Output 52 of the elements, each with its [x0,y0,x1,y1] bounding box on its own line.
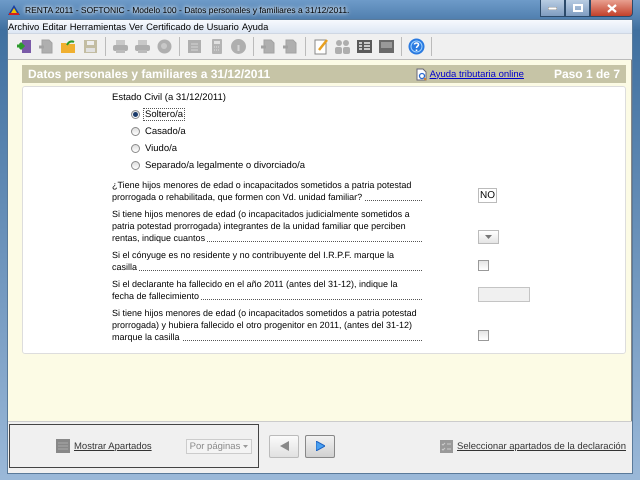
radio-button[interactable] [131,161,140,170]
question-text: Si tiene hijos menores de edad (o incapacitados judicialmente sometidos a patria potestad prorrogada) integrantes de la unidad familiar que perciben rentas, indique cuantos [112,208,422,244]
grid-icon [56,439,70,453]
radio-label[interactable]: Viudo/a [143,142,180,155]
date-field[interactable] [478,287,530,302]
question-text: Si tiene hijos menores de edad (o incapacitados sometidos a patria potestad prorrogada) y hubiera fallecido el otro progenitor en 2011, (antes del 31-12) marque la casilla [112,307,422,343]
show-sections-link[interactable]: Mostrar Apartados [74,440,152,452]
checklist-icon [440,440,453,452]
input-field[interactable]: NO [478,188,497,203]
maximize-icon [572,4,582,12]
question-text: Si el cónyuge es no residente y no contribuyente del I.R.P.F. marque la casilla [112,249,422,273]
help-icon[interactable] [408,38,425,55]
menu-item[interactable]: Herramientas [70,21,130,32]
radio-button[interactable] [131,127,140,136]
close-icon [606,4,616,12]
right-arrow-icon [316,441,324,451]
left-arrow-icon [280,441,288,451]
maximize-button[interactable] [565,0,590,17]
question-text: ¿Tiene hijos menores de edad o incapacitados sometidos a patria potestad prorrogada o rehabilitada, que formen con Vd. unidad familiar? [112,179,422,203]
field-label: Estado Civil (a 31/12/2011) [112,92,227,104]
next-button[interactable] [305,434,335,458]
radio-button[interactable] [131,110,140,119]
checkbox[interactable] [478,260,489,271]
dropdown-arrow-icon [485,235,492,239]
menu-item[interactable]: Editar [42,21,70,32]
dropdown-arrow-icon [242,444,248,448]
step-indicator: Paso 1 de 7 [554,67,620,81]
help-document-icon [416,68,427,80]
menu-item[interactable]: Ver [129,21,146,32]
checkbox[interactable] [478,330,489,341]
menu-item[interactable]: Archivo [8,21,42,32]
minimize-button[interactable] [540,0,565,17]
exit-icon[interactable] [16,38,33,55]
radio-label[interactable]: Casado/a [143,125,188,138]
question-text: Si el declarante ha fallecido en el año 2011 (antes del 31-12), indique la fecha de fallecimiento [112,278,422,302]
radio-button[interactable] [131,144,140,153]
minimize-icon [548,6,557,10]
note-icon[interactable] [312,38,329,55]
window-title: RENTA 2011 - SOFTONIC - Modelo 100 - Datos personales y familiares a 31/12/2011. [25,4,350,14]
panel-icon[interactable] [378,38,395,55]
help-link[interactable]: Ayuda tributaria online [430,68,524,80]
table-icon[interactable] [356,38,373,55]
app-logo-icon [7,4,21,16]
menu-item[interactable]: Ayuda [242,21,272,32]
radio-label[interactable]: Soltero/a [143,108,186,121]
select-sections-link[interactable]: Seleccionar apartados de la declaración [457,440,626,452]
folder-icon[interactable] [60,38,77,55]
dropdown[interactable] [478,230,499,244]
radio-label[interactable]: Separado/a legalmente o divorciado/a [143,159,308,172]
menu-item[interactable]: Certificado de Usuario [146,21,242,32]
section-title: Datos personales y familiares a 31/12/2011 [28,67,272,81]
close-button[interactable] [590,0,633,17]
